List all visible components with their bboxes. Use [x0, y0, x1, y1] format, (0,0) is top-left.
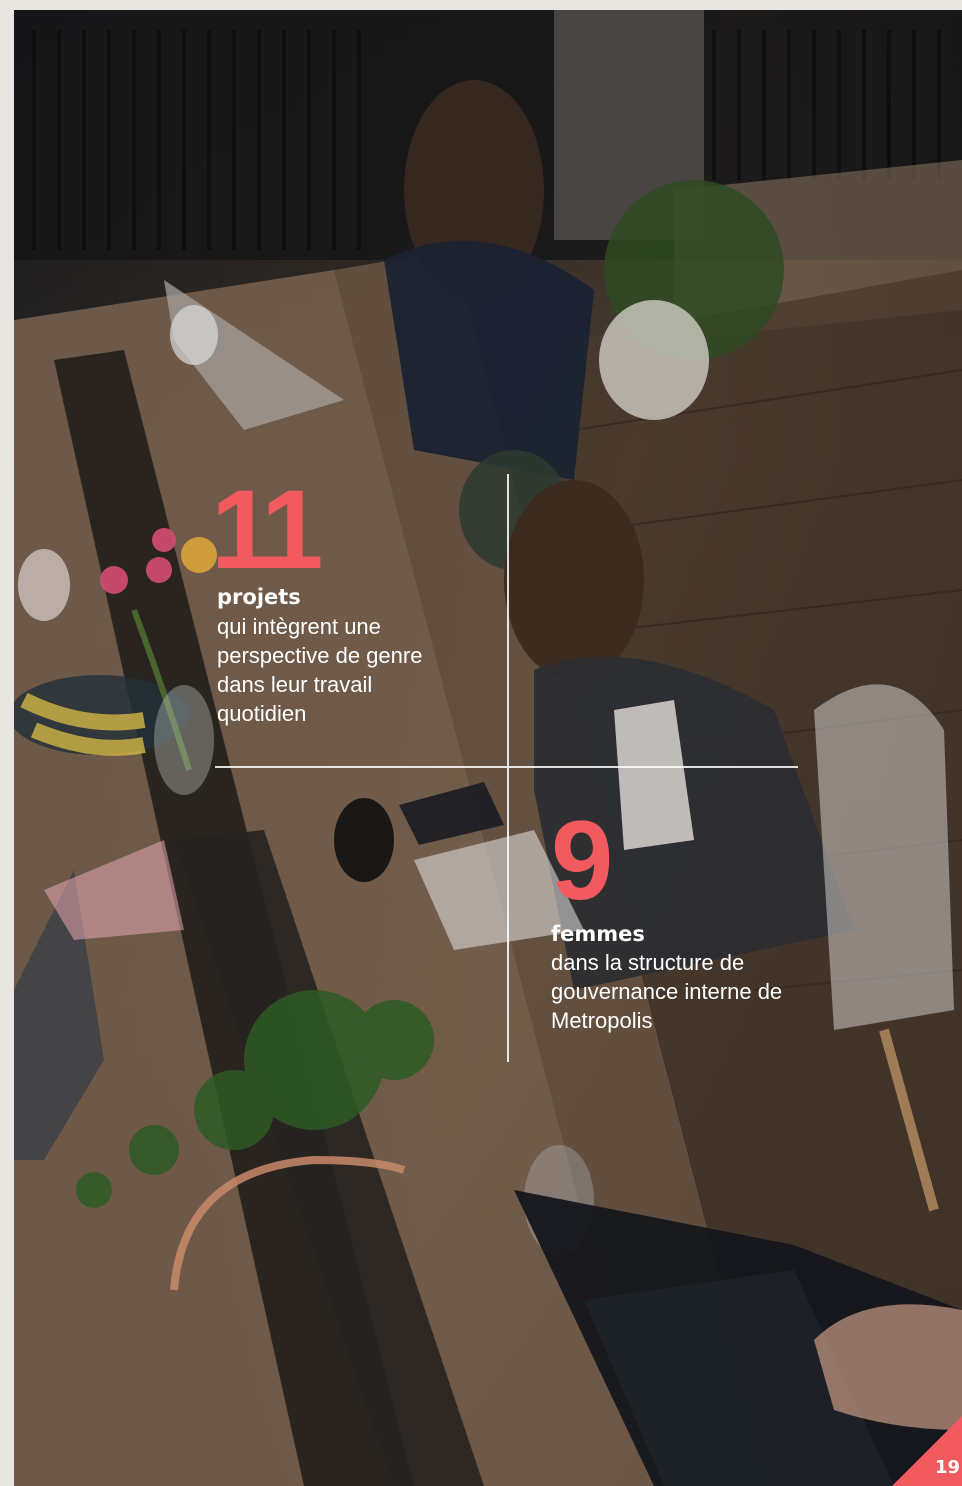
page: 11 projets qui intègrent une perspective…	[0, 0, 962, 1486]
stat-women-description-line: gouvernance interne de	[551, 979, 783, 1004]
office-scene-illustration	[14, 10, 962, 1486]
stat-women-label: femmes	[551, 922, 645, 946]
stat-projects-description-line: quotidien	[217, 701, 307, 726]
stat-women-number: 9	[551, 798, 613, 923]
stat-women-description-line: Metropolis	[551, 1008, 653, 1033]
stat-projects-label: projets	[217, 585, 301, 609]
stat-projects-number: 11	[211, 467, 323, 592]
stat-projects-description-line: dans leur travail	[217, 672, 373, 697]
page-number: 19	[934, 1457, 960, 1478]
stat-projects-description: qui intègrent une perspective de genre d…	[217, 612, 422, 728]
stat-women-description: dans la structure de gouvernance interne…	[551, 948, 782, 1035]
stat-projects-description-line: qui intègrent une	[217, 614, 381, 639]
vertical-divider	[507, 474, 509, 1062]
stat-women-description-line: dans la structure de	[551, 950, 745, 975]
stat-projects-description-line: perspective de genre	[217, 643, 423, 668]
horizontal-divider	[215, 766, 798, 768]
office-photo	[14, 10, 962, 1486]
